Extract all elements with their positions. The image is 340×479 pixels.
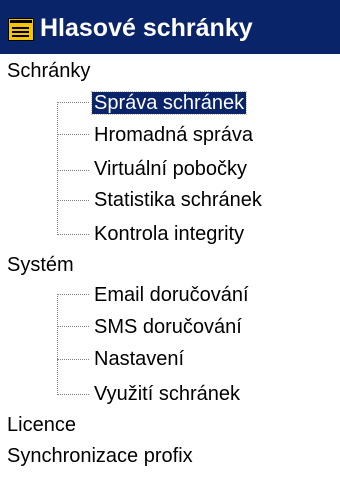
tree-item-label: SMS doručování — [94, 316, 242, 338]
tree-connector-line — [57, 359, 89, 360]
tree-item-email-dorucovani[interactable]: Email doručování — [94, 280, 249, 310]
tree-group-system[interactable]: Systém — [7, 250, 74, 280]
tree-item-label: Statistika schránek — [94, 189, 262, 211]
tree-item-kontrola-integrity[interactable]: Kontrola integrity — [94, 219, 244, 249]
tree-item-label: Hromadná správa — [94, 124, 253, 146]
tree-connector-line — [57, 102, 58, 235]
tree-connector-line — [57, 200, 89, 201]
tree-group-label: Licence — [7, 414, 76, 436]
tree-item-label: Využití schránek — [94, 383, 240, 405]
tree-item-label: Virtuální pobočky — [94, 158, 248, 180]
tree-item-sprava-schranek[interactable]: Správa schránek — [90, 88, 248, 118]
tree-item-statistika-schranek[interactable]: Statistika schránek — [94, 185, 262, 215]
tree-connector-line — [57, 170, 89, 171]
tree-item-label: Email doručování — [94, 284, 249, 306]
tree-item-vyuziti-schranek[interactable]: Využití schránek — [94, 379, 240, 409]
tree-group-label: Synchronizace profix — [7, 445, 193, 467]
mailbox-list-icon — [8, 18, 34, 41]
tree-item-nastaveni[interactable]: Nastavení — [94, 344, 184, 374]
tree-connector-line — [57, 294, 89, 295]
voice-mailbox-panel: Hlasové schránky Schránky Správa schráne… — [0, 0, 340, 479]
tree-item-sms-dorucovani[interactable]: SMS doručování — [94, 312, 242, 342]
panel-header: Hlasové schránky — [0, 0, 340, 54]
tree-connector-line — [57, 394, 89, 395]
tree-group-licence[interactable]: Licence — [7, 410, 76, 440]
tree-connector-line — [57, 326, 89, 327]
tree-group-schranky[interactable]: Schránky — [7, 56, 90, 86]
tree-connector-line — [57, 134, 89, 135]
panel-title: Hlasové schránky — [40, 14, 253, 42]
tree-item-label: Kontrola integrity — [94, 223, 245, 245]
tree-item-hromadna-sprava[interactable]: Hromadná správa — [94, 120, 253, 150]
tree-item-label: Správa schránek — [90, 91, 248, 115]
tree-connector-line — [57, 294, 58, 395]
tree-connector-line — [57, 102, 89, 103]
tree-connector-line — [57, 234, 89, 235]
tree-item-virtualni-pobocky[interactable]: Virtuální pobočky — [94, 154, 247, 184]
tree-group-label: Systém — [7, 254, 74, 276]
tree-group-synchronizace-profix[interactable]: Synchronizace profix — [7, 441, 193, 471]
tree-group-label: Schránky — [7, 60, 91, 82]
tree-item-label: Nastavení — [94, 348, 185, 370]
navigation-tree: Schránky Správa schránek Hromadná správa… — [0, 54, 340, 479]
